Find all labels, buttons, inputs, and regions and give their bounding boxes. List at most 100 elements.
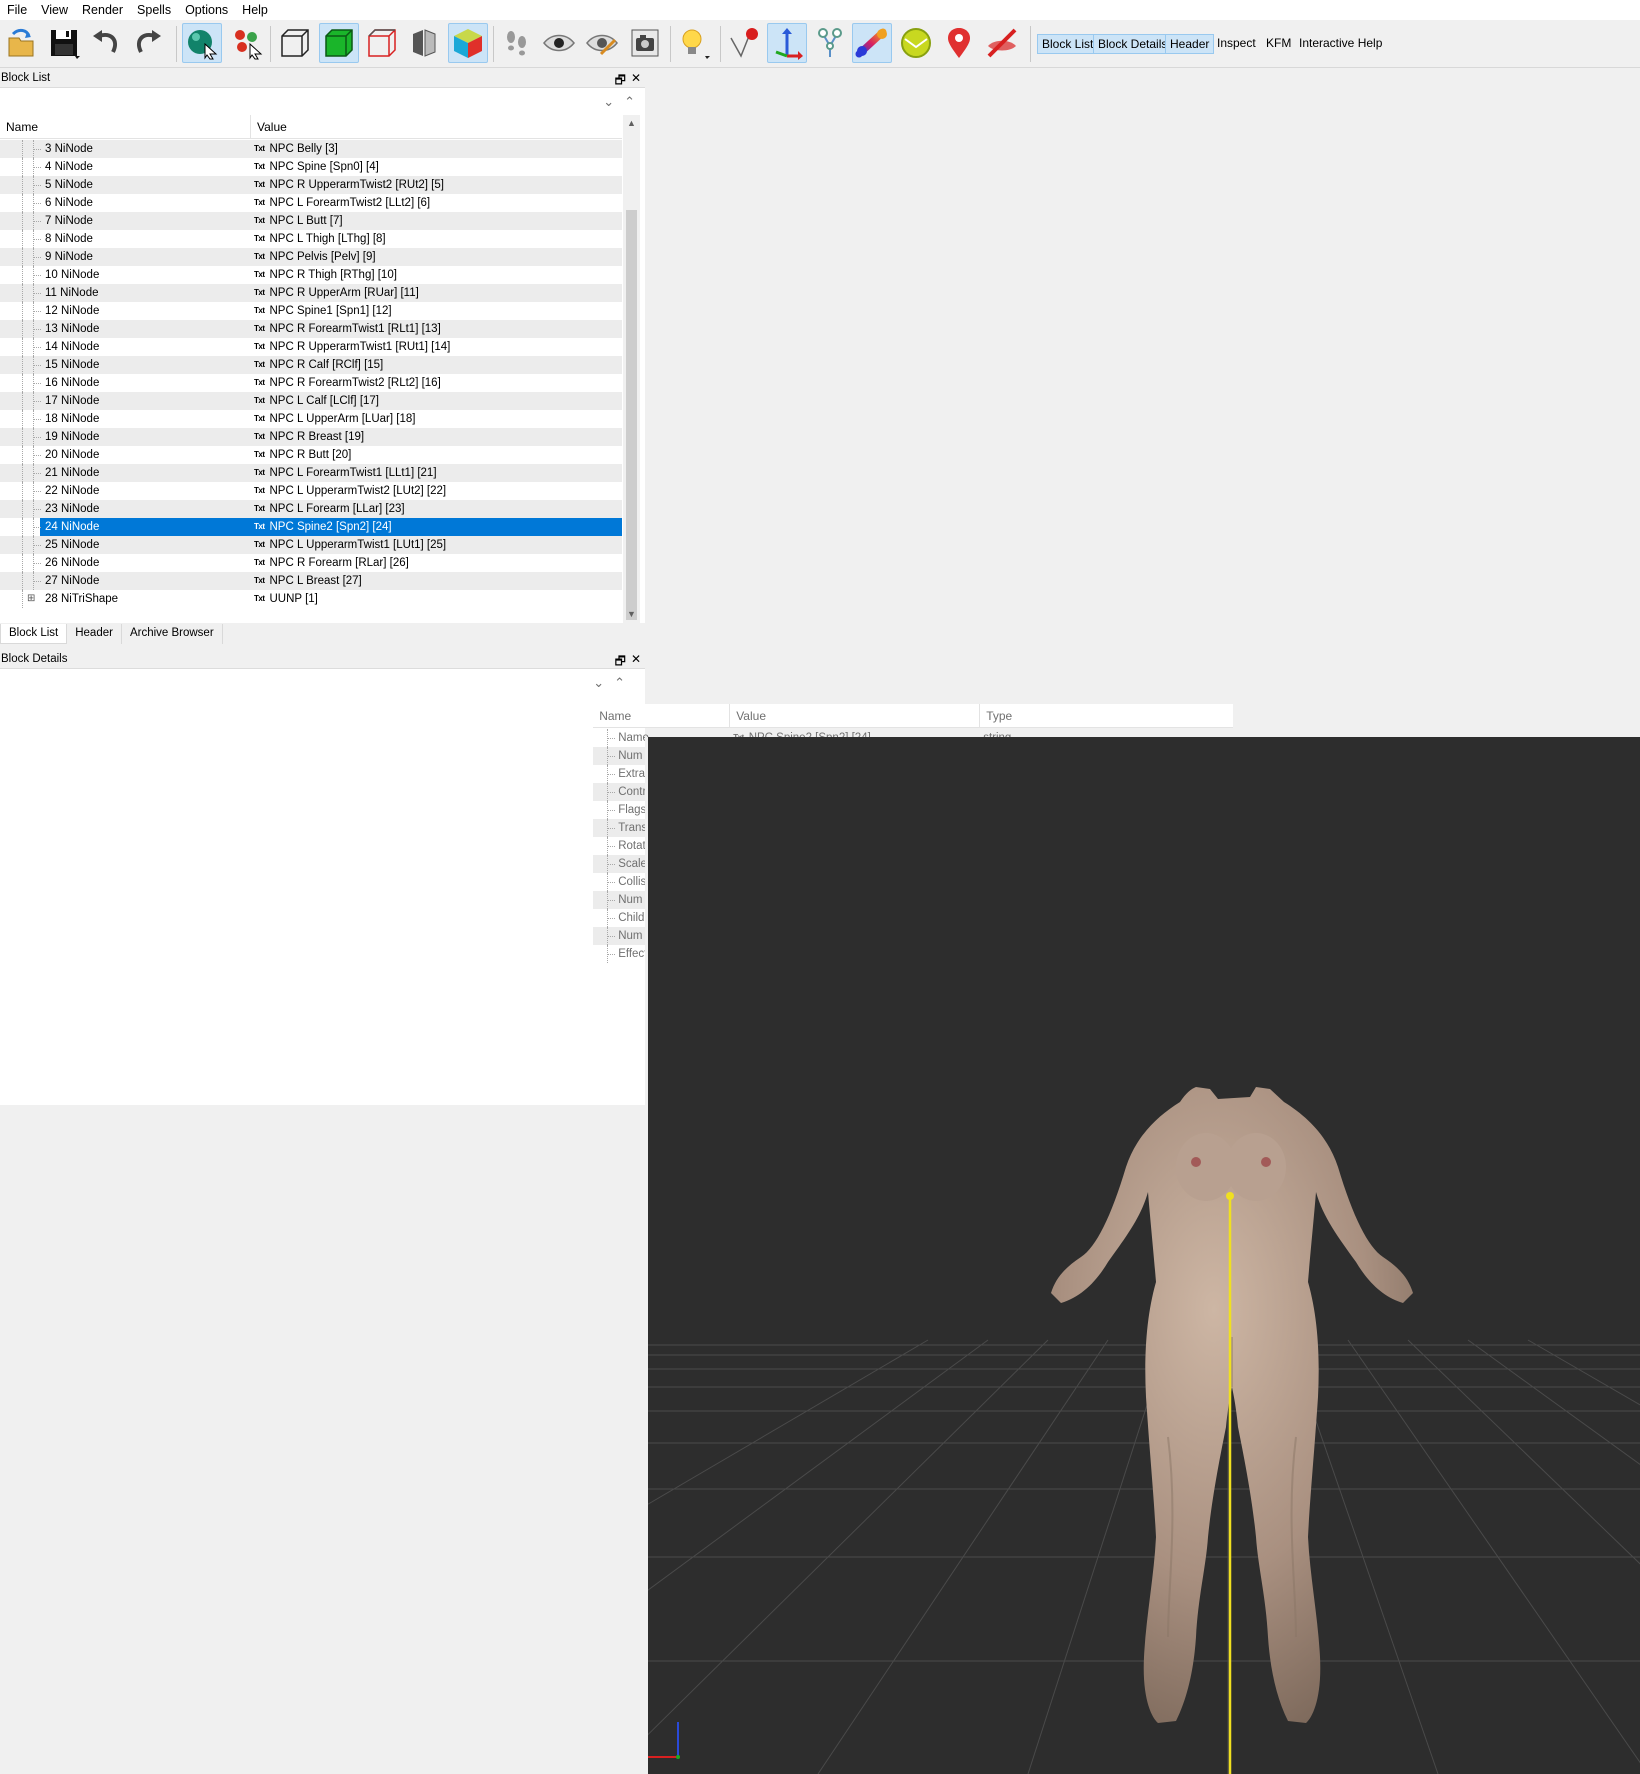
row-value-cell: Txt NPC L Breast [27] xyxy=(254,572,362,590)
table-row[interactable]: 19 NiNode Txt NPC R Breast [19] xyxy=(0,428,622,446)
table-row[interactable]: 18 NiNode Txt NPC L UpperArm [LUar] [18] xyxy=(0,410,622,428)
txt-type-icon: Txt xyxy=(254,450,265,459)
expand-up-icon[interactable]: ⌃ xyxy=(624,94,635,110)
toolbar-tab-block-details[interactable]: Block Details xyxy=(1093,34,1173,54)
tab-header[interactable]: Header xyxy=(67,624,122,644)
select-object-icon[interactable] xyxy=(182,23,222,63)
toolbar-tab-block-list[interactable]: Block List xyxy=(1037,34,1099,54)
bounding-box-icon[interactable] xyxy=(362,23,402,63)
undo-icon[interactable] xyxy=(86,23,126,63)
eye-hidden-icon[interactable] xyxy=(582,23,622,63)
table-row[interactable]: ⊞ 28 NiTriShape Txt UUNP [1] xyxy=(0,590,622,608)
table-row[interactable]: 6 NiNode Txt NPC L ForearmTwist2 [LLt2] [6… xyxy=(0,194,622,212)
row-value: NPC Belly [3] xyxy=(269,143,338,155)
scroll-up-icon[interactable]: ▲ xyxy=(623,115,640,132)
row-value: NPC R UpperarmTwist1 [RUt1] [14] xyxy=(269,341,451,353)
expand-up-icon[interactable]: ⌃ xyxy=(614,675,625,691)
toolbar-tab-inspect[interactable]: Inspect xyxy=(1213,34,1260,54)
table-row[interactable]: 24 NiNode Txt NPC Spine2 [Spn2] [24] xyxy=(0,518,622,536)
table-row[interactable]: 15 NiNode Txt NPC R Calf [RClf] [15] xyxy=(0,356,622,374)
col-value[interactable]: Value xyxy=(730,703,981,728)
footprints-icon[interactable] xyxy=(497,23,537,63)
table-row[interactable]: 22 NiNode Txt NPC L UpperarmTwist2 [LUt2] … xyxy=(0,482,622,500)
table-row[interactable]: 7 NiNode Txt NPC L Butt [7] xyxy=(0,212,622,230)
row-value-cell: Txt NPC R ForearmTwist1 [RLt1] [13] xyxy=(254,320,441,338)
txt-type-icon: Txt xyxy=(254,342,265,351)
table-row[interactable]: 5 NiNode Txt NPC R UpperarmTwist2 [RUt2] [… xyxy=(0,176,622,194)
row-name: 15 NiNode xyxy=(45,359,100,371)
table-row[interactable]: 16 NiNode Txt NPC R ForearmTwist2 [RLt2] [… xyxy=(0,374,622,392)
block-list-scrollbar[interactable]: ▲ ▼ xyxy=(623,115,640,623)
menu-view[interactable]: View xyxy=(34,0,75,20)
row-value: NPC R Forearm [RLar] [26] xyxy=(269,557,409,569)
menu-help[interactable]: Help xyxy=(235,0,275,20)
wireframe-box-icon[interactable] xyxy=(275,23,315,63)
map-pin-icon[interactable] xyxy=(939,23,979,63)
txt-type-icon: Txt xyxy=(254,360,265,369)
collapse-all-icon[interactable]: ⌄ xyxy=(603,94,614,110)
table-row[interactable]: 26 NiNode Txt NPC R Forearm [RLar] [26] xyxy=(0,554,622,572)
table-row[interactable]: 12 NiNode Txt NPC Spine1 [Spn1] [12] xyxy=(0,302,622,320)
skeleton-icon[interactable] xyxy=(810,23,850,63)
bone-weights-icon[interactable] xyxy=(852,23,892,63)
table-row[interactable]: 8 NiNode Txt NPC L Thigh [LThg] [8] xyxy=(0,230,622,248)
solid-box-icon[interactable] xyxy=(319,23,359,63)
table-row[interactable]: 11 NiNode Txt NPC R UpperArm [RUar] [11] xyxy=(0,284,622,302)
tab-archive-browser[interactable]: Archive Browser xyxy=(122,624,223,644)
eye-icon[interactable] xyxy=(539,23,579,63)
block-details-dock-title: Block Details 🗗 ✕ xyxy=(0,650,645,668)
menu-file[interactable]: File xyxy=(0,0,34,20)
table-row[interactable]: 13 NiNode Txt NPC R ForearmTwist1 [RLt1] [… xyxy=(0,320,622,338)
menu-options[interactable]: Options xyxy=(178,0,235,20)
collapse-all-icon[interactable]: ⌄ xyxy=(593,675,604,691)
viewport-scene xyxy=(648,1087,1640,1774)
row-value: NPC Spine1 [Spn1] [12] xyxy=(269,305,392,317)
axes-icon[interactable] xyxy=(767,23,807,63)
redo-icon[interactable] xyxy=(128,23,168,63)
textured-cube-icon[interactable] xyxy=(448,23,488,63)
screenshot-icon[interactable] xyxy=(625,23,665,63)
col-value[interactable]: Value xyxy=(251,115,622,139)
menu-spells[interactable]: Spells xyxy=(130,0,178,20)
row-value-cell: Txt NPC L Calf [LClf] [17] xyxy=(254,392,379,410)
table-row[interactable]: 14 NiNode Txt NPC R UpperarmTwist1 [RUt1] … xyxy=(0,338,622,356)
scroll-down-icon[interactable]: ▼ xyxy=(623,606,640,623)
col-type[interactable]: Type xyxy=(980,704,1233,728)
half-circle-icon[interactable] xyxy=(896,23,936,63)
toolbar-tab-kfm[interactable]: KFM xyxy=(1262,34,1295,54)
table-row[interactable]: 3 NiNode Txt NPC Belly [3] xyxy=(0,140,622,158)
row-value-cell: Txt NPC L UpperArm [LUar] [18] xyxy=(254,410,415,428)
lightbulb-icon[interactable] xyxy=(674,23,714,63)
3d-viewport[interactable] xyxy=(648,737,1640,1774)
col-name[interactable]: Name xyxy=(0,114,251,139)
table-row[interactable]: 17 NiNode Txt NPC L Calf [LClf] [17] xyxy=(0,392,622,410)
table-row[interactable]: 23 NiNode Txt NPC L Forearm [LLar] [23] xyxy=(0,500,622,518)
toolbar-tab-header[interactable]: Header xyxy=(1165,34,1215,54)
row-value-cell: Txt NPC Belly [3] xyxy=(254,140,338,158)
save-icon[interactable] xyxy=(44,23,84,63)
load-icon[interactable] xyxy=(2,23,42,63)
table-row[interactable]: 25 NiNode Txt NPC L UpperarmTwist1 [LUt1] … xyxy=(0,536,622,554)
row-name: 18 NiNode xyxy=(45,413,100,425)
table-row[interactable]: 21 NiNode Txt NPC L ForearmTwist1 [LLt1] [… xyxy=(0,464,622,482)
txt-type-icon: Txt xyxy=(254,414,265,423)
scrollbar-thumb[interactable] xyxy=(626,210,637,620)
toolbar-tab-interactive-help[interactable]: Interactive Help xyxy=(1295,34,1386,54)
table-row[interactable]: 4 NiNode Txt NPC Spine [Spn0] [4] xyxy=(0,158,622,176)
select-vertex-icon[interactable] xyxy=(227,23,267,63)
block-list-header: Name Value xyxy=(0,114,622,139)
col-name[interactable]: Name xyxy=(593,703,731,728)
txt-type-icon: Txt xyxy=(254,162,265,171)
table-row[interactable]: 27 NiNode Txt NPC L Breast [27] xyxy=(0,572,622,590)
table-row[interactable]: 9 NiNode Txt NPC Pelvis [Pelv] [9] xyxy=(0,248,622,266)
menu-render[interactable]: Render xyxy=(75,0,130,20)
tab-block-list[interactable]: Block List xyxy=(0,624,68,644)
vertex-paint-icon[interactable] xyxy=(724,23,764,63)
faces-icon[interactable] xyxy=(404,23,444,63)
txt-type-icon: Txt xyxy=(254,288,265,297)
expand-icon[interactable]: ⊞ xyxy=(27,590,35,608)
table-row[interactable]: 20 NiNode Txt NPC R Butt [20] xyxy=(0,446,622,464)
table-row[interactable]: 10 NiNode Txt NPC R Thigh [RThg] [10] xyxy=(0,266,622,284)
hide-markers-icon[interactable] xyxy=(982,23,1022,63)
row-name: 4 NiNode xyxy=(45,161,93,173)
